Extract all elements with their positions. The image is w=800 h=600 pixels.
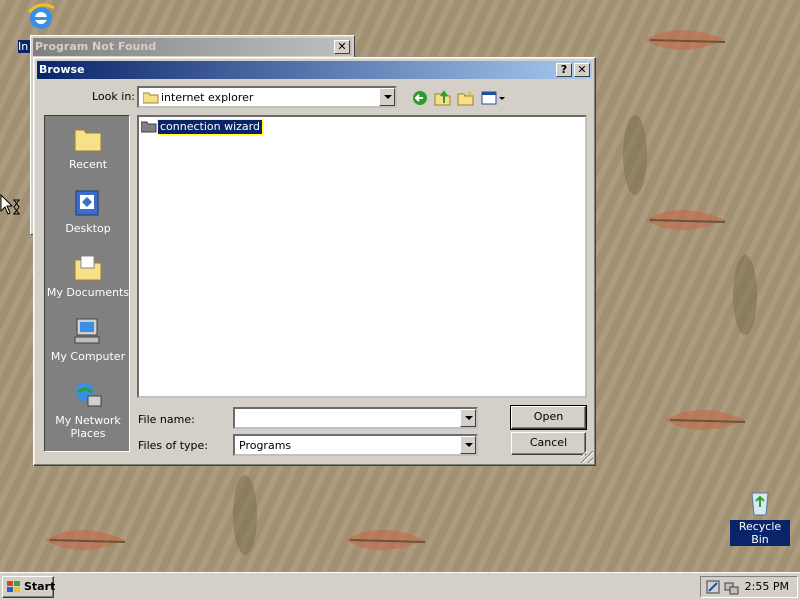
cancel-button[interactable]: Cancel (511, 432, 586, 455)
my-network-places-icon (76, 383, 102, 407)
files-of-type-value: Programs (239, 439, 292, 452)
browse-titlebar[interactable]: Browse ? ✕ (37, 61, 592, 79)
start-label: Start (24, 580, 56, 593)
chevron-down-icon[interactable] (460, 436, 476, 454)
back-icon[interactable] (410, 88, 430, 108)
wallpaper-fish-decoration (733, 255, 757, 335)
files-of-type-dropdown[interactable]: Programs (233, 434, 478, 456)
place-desktop[interactable]: Desktop (45, 188, 131, 235)
view-menu-icon[interactable] (480, 88, 506, 108)
file-name-label: File name: (138, 413, 195, 426)
help-button[interactable]: ? (556, 63, 572, 77)
place-my-computer[interactable]: My Computer (45, 316, 131, 363)
wallpaper-fish-decoration (233, 475, 257, 555)
place-desktop-label: Desktop (65, 222, 111, 235)
chevron-down-icon[interactable] (460, 409, 476, 427)
wallpaper-fly-decoration (45, 530, 126, 550)
folder-icon (141, 121, 157, 133)
file-name-input[interactable] (233, 407, 478, 429)
resize-grip[interactable] (581, 451, 593, 463)
system-tray: 2:55 PM (700, 576, 798, 598)
browse-dialog: Browse ? ✕ Look in: internet explorer Re… (33, 57, 596, 466)
look-in-value: internet explorer (161, 91, 254, 104)
wallpaper-fly-decoration (645, 210, 726, 230)
place-my-documents[interactable]: My Documents (45, 252, 131, 299)
place-my-network-places-label: My Network Places (55, 414, 121, 440)
my-documents-icon (74, 255, 102, 281)
file-list[interactable]: connection wizard (137, 115, 587, 398)
place-recent-label: Recent (68, 158, 108, 171)
wizard-tray-icon[interactable] (705, 579, 721, 595)
folder-icon (143, 92, 159, 104)
clock[interactable]: 2:55 PM (745, 580, 789, 593)
recycle-bin-icon (751, 492, 769, 516)
browse-title: Browse (39, 63, 85, 76)
up-folder-icon[interactable] (433, 88, 453, 108)
place-my-documents-label: My Documents (46, 286, 130, 299)
places-bar: Recent Desktop My Documents My Computer … (44, 115, 130, 452)
recycle-bin-desktop-icon[interactable]: Recycle Bin (730, 487, 790, 546)
program-not-found-close-button[interactable]: ✕ (334, 40, 350, 54)
new-folder-icon[interactable] (456, 88, 476, 108)
recent-folder-icon (74, 129, 102, 152)
place-my-computer-label: My Computer (50, 350, 126, 363)
windows-logo-icon (7, 581, 20, 592)
look-in-label: Look in: (92, 90, 135, 103)
program-not-found-title: Program Not Found (35, 40, 157, 53)
start-button[interactable]: Start (2, 576, 56, 598)
close-button[interactable]: ✕ (574, 63, 590, 77)
wallpaper-fly-decoration (645, 30, 726, 50)
wallpaper-fly-decoration (345, 530, 426, 550)
desktop-icon (75, 190, 99, 216)
taskbar: Start 2:55 PM (0, 572, 800, 600)
busy-cursor-icon (0, 194, 20, 215)
place-my-network-places[interactable]: My Network Places (45, 380, 131, 440)
recycle-bin-label: Recycle Bin (730, 520, 790, 546)
wallpaper-fly-decoration (665, 410, 746, 430)
my-computer-icon (74, 318, 100, 344)
look-in-dropdown[interactable]: internet explorer (137, 86, 397, 108)
place-recent[interactable]: Recent (45, 124, 131, 171)
chevron-down-icon[interactable] (379, 88, 395, 106)
files-of-type-label: Files of type: (138, 439, 209, 452)
file-item-label: connection wizard (157, 119, 263, 135)
network-tray-icon[interactable] (723, 579, 739, 595)
wallpaper-fish-decoration (623, 115, 647, 195)
open-button[interactable]: Open (510, 405, 587, 430)
internet-explorer-icon (27, 3, 55, 29)
program-not-found-titlebar[interactable]: Program Not Found ✕ (33, 38, 352, 56)
